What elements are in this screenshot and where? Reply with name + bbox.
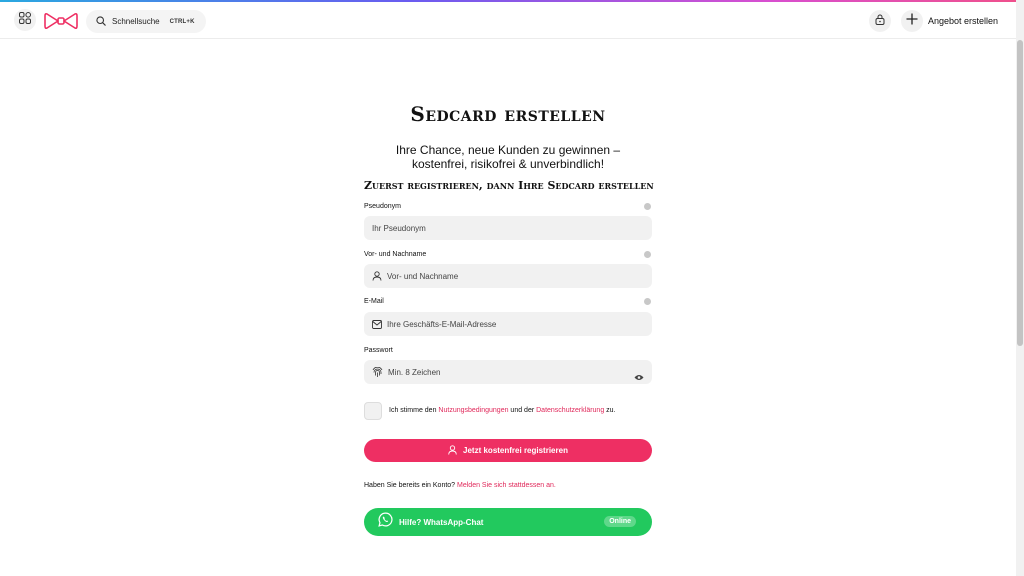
page-scrollbar[interactable] bbox=[1016, 0, 1024, 576]
bow-logo-icon[interactable] bbox=[44, 11, 78, 31]
search-icon bbox=[96, 13, 106, 31]
password-input[interactable]: Min. 8 Zeichen bbox=[364, 360, 652, 384]
email-info-icon[interactable] bbox=[644, 298, 651, 305]
page-subtitle: Ihre Chance, neue Kunden zu gewinnen – k… bbox=[0, 143, 1016, 171]
whatsapp-chat-button[interactable]: Hilfe? WhatsApp-Chat Online bbox=[364, 508, 652, 536]
page-title: Sedcard erstellen bbox=[410, 102, 606, 126]
privacy-policy-link[interactable]: Datenschutzerklärung bbox=[536, 407, 604, 414]
pseudonym-label: Pseudonym bbox=[364, 203, 401, 210]
login-prompt: Haben Sie bereits ein Konto? Melden Sie … bbox=[364, 482, 556, 489]
search-label: Schnellsuche bbox=[112, 17, 160, 26]
name-info-icon[interactable] bbox=[644, 251, 651, 258]
terms-of-use-link[interactable]: Nutzungsbedingungen bbox=[438, 407, 508, 414]
email-input[interactable]: Ihre Geschäfts-E-Mail-Adresse bbox=[364, 312, 652, 336]
pseudonym-info-icon[interactable] bbox=[644, 203, 651, 210]
user-icon bbox=[448, 442, 457, 460]
terms-checkbox[interactable] bbox=[364, 402, 382, 420]
terms-prefix: Ich stimme den bbox=[389, 407, 439, 414]
register-button[interactable]: Jetzt kostenfrei registrieren bbox=[364, 439, 652, 462]
subtitle-line-2: kostenfrei, risikofrei & unverbindlich! bbox=[411, 157, 605, 171]
lock-icon bbox=[875, 12, 885, 30]
scrollbar-thumb[interactable] bbox=[1017, 40, 1023, 346]
section-title: Zuerst registrieren, dann Ihre Sedcard e… bbox=[364, 179, 654, 192]
person-icon bbox=[372, 271, 382, 281]
fingerprint-icon bbox=[372, 366, 383, 378]
apps-icon bbox=[19, 11, 31, 29]
name-label: Vor- und Nachname bbox=[364, 251, 427, 258]
password-placeholder: Min. 8 Zeichen bbox=[388, 367, 441, 377]
login-button[interactable] bbox=[869, 10, 891, 32]
subtitle-line-1: Ihre Chance, neue Kunden zu gewinnen – bbox=[395, 143, 621, 157]
eye-icon[interactable] bbox=[634, 368, 644, 386]
email-placeholder: Ihre Geschäfts-E-Mail-Adresse bbox=[387, 319, 497, 329]
whatsapp-chat-label: Hilfe? WhatsApp-Chat bbox=[399, 517, 484, 527]
online-status-badge: Online bbox=[604, 516, 636, 527]
plus-icon bbox=[906, 12, 918, 30]
search-shortcut: CTRL+K bbox=[169, 18, 195, 25]
register-button-label: Jetzt kostenfrei registrieren bbox=[463, 446, 568, 455]
pseudonym-input[interactable]: Ihr Pseudonym bbox=[364, 216, 652, 240]
apps-menu-button[interactable] bbox=[14, 9, 36, 31]
mail-icon bbox=[372, 319, 382, 329]
password-label: Passwort bbox=[364, 347, 393, 354]
email-label: E-Mail bbox=[364, 298, 384, 305]
terms-text: Ich stimme den Nutzungsbedingungen und d… bbox=[389, 407, 616, 414]
terms-suffix: zu. bbox=[604, 407, 616, 414]
pseudonym-placeholder: Ihr Pseudonym bbox=[372, 223, 426, 233]
login-link[interactable]: Melden Sie sich stattdessen an. bbox=[457, 482, 556, 489]
terms-middle: und der bbox=[508, 407, 537, 414]
quick-search-button[interactable]: Schnellsuche CTRL+K bbox=[86, 10, 206, 33]
name-input[interactable]: Vor- und Nachname bbox=[364, 264, 652, 288]
create-offer-button[interactable] bbox=[901, 10, 923, 32]
top-bar: Schnellsuche CTRL+K Angebot erstellen bbox=[0, 2, 1016, 39]
create-offer-label[interactable]: Angebot erstellen bbox=[928, 16, 998, 26]
login-question: Haben Sie bereits ein Konto? bbox=[364, 482, 458, 489]
whatsapp-icon bbox=[378, 512, 393, 532]
name-placeholder: Vor- und Nachname bbox=[387, 271, 459, 281]
